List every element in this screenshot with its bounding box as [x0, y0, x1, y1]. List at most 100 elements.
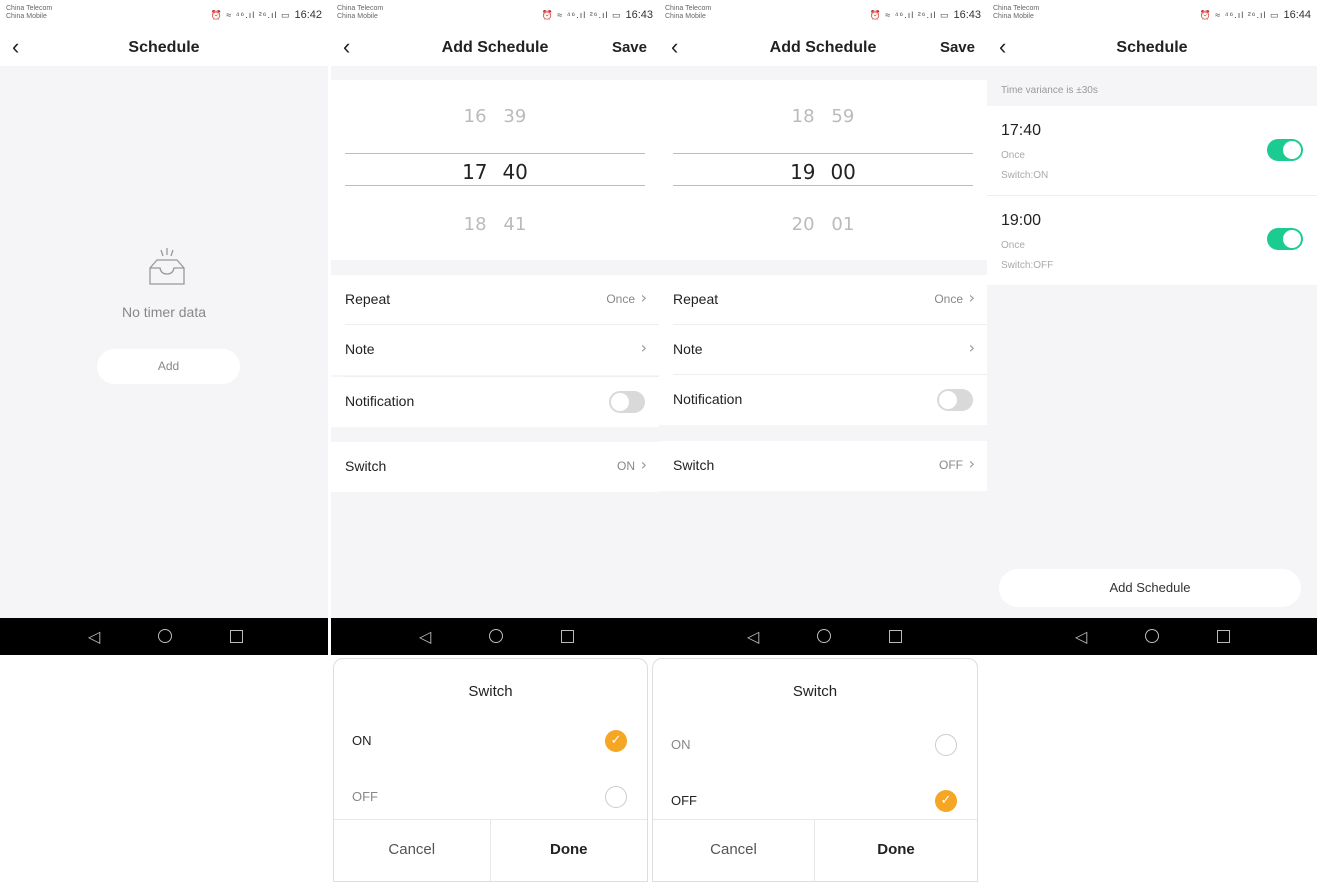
- picker-row-selected[interactable]: 19 00: [659, 160, 987, 184]
- picker-minute[interactable]: 40: [498, 160, 532, 184]
- triangle-back-icon[interactable]: ◁: [88, 627, 100, 647]
- picker-hour[interactable]: 16: [458, 106, 492, 127]
- picker-minute[interactable]: 00: [826, 160, 860, 184]
- option-on[interactable]: ON: [653, 719, 977, 773]
- picker-row-above[interactable]: 16 39: [331, 106, 659, 127]
- carrier-mobile: China Mobile: [6, 13, 47, 20]
- time-picker[interactable]: 16 39 17 40 18 41: [331, 80, 659, 260]
- option-off[interactable]: OFF: [334, 771, 647, 825]
- square-recent-icon[interactable]: [561, 630, 574, 643]
- checkmark-icon[interactable]: ✓: [605, 730, 627, 752]
- clock: 16:43: [953, 9, 981, 21]
- picker-minute[interactable]: 41: [498, 214, 532, 235]
- square-recent-icon[interactable]: [889, 630, 902, 643]
- note-row[interactable]: Note ›: [659, 325, 987, 375]
- cancel-button[interactable]: Cancel: [334, 820, 491, 881]
- add-button[interactable]: Add: [97, 349, 240, 384]
- picker-row-selected[interactable]: 17 40: [331, 160, 659, 184]
- notification-toggle[interactable]: [937, 389, 973, 411]
- triangle-back-icon[interactable]: ◁: [419, 627, 431, 647]
- time-picker[interactable]: 18 59 19 00 20 01: [659, 80, 987, 260]
- picker-minute[interactable]: 59: [826, 106, 860, 127]
- status-bar: China Telecom China Mobile ⏰ ≈ ⁴⁶.ıl ²⁶.…: [0, 0, 328, 30]
- chevron-right-icon: ›: [968, 338, 975, 357]
- picker-hour[interactable]: 17: [458, 160, 492, 184]
- schedule-item[interactable]: 17:40 Once Switch:ON: [987, 106, 1317, 195]
- page-title: Schedule: [1116, 39, 1188, 56]
- add-schedule-button[interactable]: Add Schedule: [999, 569, 1301, 607]
- carrier-label: China Telecom China Mobile: [665, 5, 711, 21]
- carrier-label: China Telecom China Mobile: [337, 5, 383, 21]
- status-icons: ⏰ ≈ ⁴⁶.ıl ²⁶.ıl ▭: [869, 9, 950, 20]
- item-time: 17:40: [1001, 122, 1042, 139]
- page-title: Add Schedule: [769, 39, 877, 56]
- notification-toggle[interactable]: [609, 391, 645, 413]
- picker-hour[interactable]: 19: [786, 160, 820, 184]
- radio-empty-icon[interactable]: [605, 786, 627, 808]
- notification-row: Notification: [659, 375, 987, 425]
- triangle-back-icon[interactable]: ◁: [1075, 627, 1087, 647]
- status-icons: ⏰ ≈ ⁴⁶.ıl ²⁶.ıl ▭: [541, 9, 622, 20]
- circle-home-icon[interactable]: [489, 629, 503, 643]
- picker-minute[interactable]: 39: [498, 106, 532, 127]
- repeat-row[interactable]: Repeat Once ›: [331, 275, 659, 325]
- nav-bar: ‹ Add Schedule Save: [331, 30, 659, 66]
- note-label: Note: [345, 341, 375, 357]
- system-nav-bar: ◁: [331, 618, 659, 655]
- picker-minute[interactable]: 01: [826, 214, 860, 235]
- picker-row-below[interactable]: 18 41: [331, 214, 659, 235]
- clock: 16:42: [294, 9, 322, 21]
- carrier-telecom: China Telecom: [337, 5, 384, 12]
- note-row[interactable]: Note ›: [331, 325, 659, 375]
- triangle-back-icon[interactable]: ◁: [747, 627, 759, 647]
- done-button[interactable]: Done: [815, 820, 977, 881]
- save-button[interactable]: Save: [612, 39, 647, 56]
- page-title: Schedule: [128, 39, 200, 56]
- repeat-label: Repeat: [345, 291, 391, 307]
- status-right: ⏰ ≈ ⁴⁶.ıl ²⁶.ıl ▭ 16:44: [1200, 9, 1311, 21]
- picker-hour[interactable]: 18: [458, 214, 492, 235]
- switch-value: OFF: [939, 458, 963, 472]
- switch-value: ON: [617, 459, 635, 473]
- square-recent-icon[interactable]: [1217, 630, 1230, 643]
- nav-bar: ‹ Schedule: [0, 30, 328, 66]
- status-right: ⏰ ≈ ⁴⁶.ıl ²⁶.ıl ▭ 16:43: [870, 9, 981, 21]
- square-recent-icon[interactable]: [230, 630, 243, 643]
- status-right: ⏰ ≈ ⁴⁶.ıl ²⁶.ıl ▭ 16:42: [211, 9, 322, 21]
- save-button[interactable]: Save: [940, 39, 975, 56]
- dialog-buttons: Cancel Done: [653, 819, 977, 881]
- carrier-mobile: China Mobile: [337, 13, 378, 20]
- status-icons: ⏰ ≈ ⁴⁶.ıl ²⁶.ıl ▭: [210, 9, 291, 20]
- cancel-button[interactable]: Cancel: [653, 820, 815, 881]
- note-label: Note: [673, 341, 703, 357]
- nav-bar: ‹ Add Schedule Save: [659, 30, 987, 66]
- switch-dialog-off: Switch ON OFF ✓ Cancel Done: [652, 658, 978, 882]
- repeat-value: Once: [606, 292, 635, 306]
- repeat-row[interactable]: Repeat Once ›: [659, 275, 987, 325]
- switch-row[interactable]: Switch ON ›: [331, 442, 659, 492]
- system-nav-bar: ◁: [987, 618, 1317, 655]
- radio-empty-icon[interactable]: [935, 734, 957, 756]
- item-enable-toggle[interactable]: [1267, 139, 1303, 161]
- circle-home-icon[interactable]: [1145, 629, 1159, 643]
- option-on[interactable]: ON ✓: [334, 715, 647, 769]
- picker-hour[interactable]: 20: [786, 214, 820, 235]
- switch-row[interactable]: Switch OFF ›: [659, 441, 987, 491]
- repeat-label: Repeat: [673, 291, 719, 307]
- chevron-right-icon: ›: [640, 455, 647, 474]
- picker-row-above[interactable]: 18 59: [659, 106, 987, 127]
- checkmark-icon[interactable]: ✓: [935, 790, 957, 812]
- circle-home-icon[interactable]: [817, 629, 831, 643]
- picker-line-top: [345, 153, 645, 154]
- circle-home-icon[interactable]: [158, 629, 172, 643]
- item-repeat: Once: [1001, 240, 1025, 251]
- picker-hour[interactable]: 18: [786, 106, 820, 127]
- item-enable-toggle[interactable]: [1267, 228, 1303, 250]
- done-button[interactable]: Done: [491, 820, 648, 881]
- dialog-buttons: Cancel Done: [334, 819, 647, 881]
- picker-row-below[interactable]: 20 01: [659, 214, 987, 235]
- schedule-screen-empty: China Telecom China Mobile ⏰ ≈ ⁴⁶.ıl ²⁶.…: [0, 0, 328, 655]
- schedule-item[interactable]: 19:00 Once Switch:OFF: [987, 196, 1317, 285]
- option-label: ON: [352, 733, 372, 748]
- item-switch: Switch:ON: [1001, 170, 1049, 181]
